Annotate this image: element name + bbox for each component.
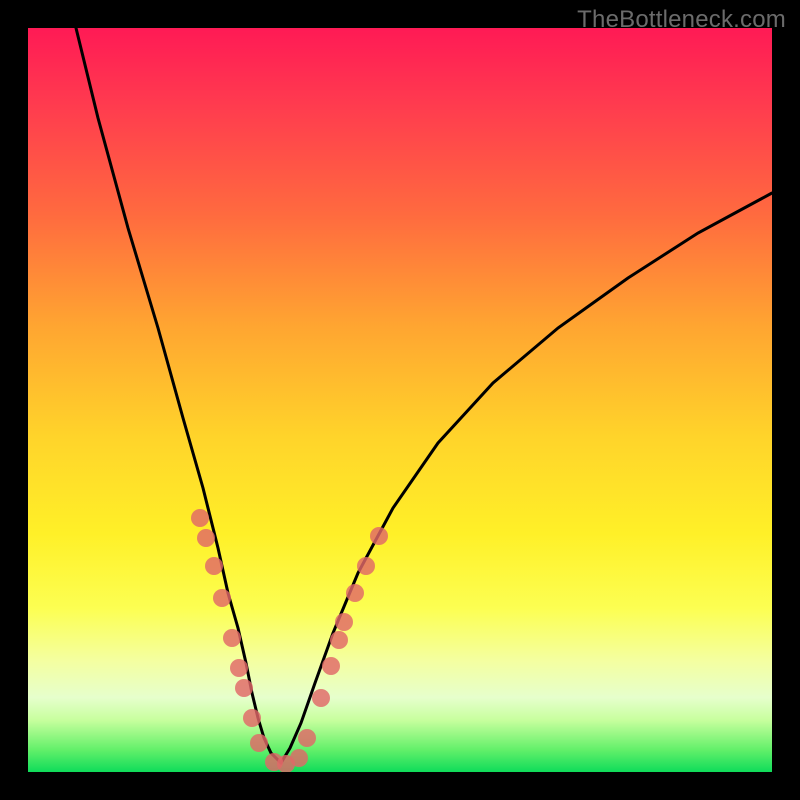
marker-point bbox=[370, 527, 388, 545]
marker-point bbox=[243, 709, 261, 727]
marker-point bbox=[191, 509, 209, 527]
chart-frame: TheBottleneck.com bbox=[0, 0, 800, 800]
marker-point bbox=[290, 749, 308, 767]
marker-point bbox=[197, 529, 215, 547]
right-curve bbox=[281, 193, 772, 763]
marker-point bbox=[250, 734, 268, 752]
marker-point bbox=[322, 657, 340, 675]
marker-point bbox=[223, 629, 241, 647]
chart-svg bbox=[28, 28, 772, 772]
marker-point bbox=[298, 729, 316, 747]
left-curve bbox=[76, 28, 281, 763]
plot-area bbox=[28, 28, 772, 772]
highlight-markers bbox=[191, 509, 388, 772]
marker-point bbox=[213, 589, 231, 607]
marker-point bbox=[357, 557, 375, 575]
marker-point bbox=[346, 584, 364, 602]
marker-point bbox=[335, 613, 353, 631]
marker-point bbox=[235, 679, 253, 697]
marker-point bbox=[312, 689, 330, 707]
marker-point bbox=[205, 557, 223, 575]
marker-point bbox=[330, 631, 348, 649]
marker-point bbox=[230, 659, 248, 677]
